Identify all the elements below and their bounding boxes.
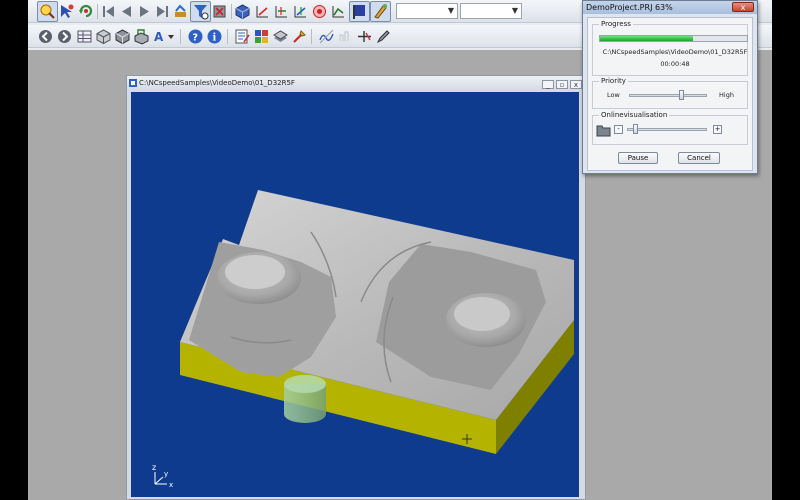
3d-simulation-viewport[interactable]: z y x <box>131 92 579 497</box>
cube-solid-icon[interactable] <box>114 28 131 45</box>
play-icon[interactable] <box>136 3 153 20</box>
layer-icon[interactable] <box>272 28 289 45</box>
document-title-bar: C:\NCspeedSamples\VideoDemo\01_D32R5F _ ▫… <box>127 76 585 90</box>
axis-y-icon[interactable] <box>273 3 290 20</box>
flag-icon[interactable] <box>349 1 370 22</box>
boss-right-top <box>454 297 510 331</box>
tool-icon[interactable] <box>291 28 308 45</box>
priority-slider-thumb[interactable] <box>678 90 684 100</box>
document-icon <box>129 79 137 87</box>
cube-outline-icon[interactable] <box>95 28 112 45</box>
gauge-icon[interactable] <box>337 28 354 45</box>
simulation-filter-icon[interactable] <box>190 1 211 22</box>
stop-icon[interactable] <box>211 3 228 20</box>
visualisation-minus-button[interactable]: - <box>614 125 623 134</box>
progress-bar-fill <box>600 36 693 41</box>
target-icon[interactable] <box>311 3 328 20</box>
view-combo-box[interactable]: ▼ <box>396 3 458 19</box>
cancel-button[interactable]: Cancel <box>678 152 720 164</box>
axis-label-y: y <box>164 470 168 478</box>
document-close-button[interactable]: x <box>570 80 582 89</box>
grid-icon[interactable] <box>253 28 270 45</box>
visualisation-slider-track[interactable] <box>627 128 707 131</box>
svg-text:i: i <box>213 33 217 44</box>
progress-file-path: C:\NCspeedSamples\VideoDemo\01_D32R5F <box>602 48 748 56</box>
document-minimize-button[interactable]: _ <box>542 80 554 89</box>
chevron-down-icon: ▼ <box>447 6 454 15</box>
online-visualisation-label: Onlinevisualisation <box>599 111 670 119</box>
brush-icon[interactable] <box>370 1 391 22</box>
online-visualisation-group: Onlinevisualisation - + <box>592 111 748 145</box>
text-style-icon[interactable]: A <box>152 28 176 45</box>
dialog-close-button[interactable]: x <box>732 2 754 12</box>
zoom-window-icon[interactable] <box>37 1 58 22</box>
svg-text:?: ? <box>192 33 198 44</box>
back-circle-icon[interactable] <box>37 28 54 45</box>
toolbar-separator <box>227 29 228 44</box>
priority-high-label: High <box>719 91 734 99</box>
dialog-body: Progress C:\NCspeedSamples\VideoDemo\01_… <box>587 17 753 171</box>
visualisation-plus-button[interactable]: + <box>713 125 722 134</box>
axis-x-icon[interactable] <box>254 3 271 20</box>
forward-circle-icon[interactable] <box>56 28 73 45</box>
document-window-controls: _ ▫ x <box>540 78 582 92</box>
progress-label: Progress <box>599 20 633 28</box>
axis-z-icon[interactable] <box>292 3 309 20</box>
chevron-down-icon: ▼ <box>511 6 518 15</box>
progress-bar <box>599 35 748 42</box>
tool-path-icon[interactable] <box>172 3 189 20</box>
stock-icon[interactable] <box>133 28 150 45</box>
axis-label-x: x <box>169 481 173 489</box>
axis-triad: z y x <box>152 463 173 489</box>
priority-slider-track[interactable] <box>629 94 707 97</box>
priority-low-label: Low <box>607 91 620 99</box>
toolbar-separator <box>231 4 232 19</box>
table-icon[interactable] <box>76 28 93 45</box>
progress-dialog: DemoProject.PRJ 63% x Progress C:\NCspee… <box>582 0 758 174</box>
help-icon[interactable]: ? <box>187 28 204 45</box>
last-frame-icon[interactable] <box>154 3 171 20</box>
rotate-icon[interactable] <box>78 3 95 20</box>
toolbar-separator <box>311 29 312 44</box>
priority-label: Priority <box>599 77 628 85</box>
select-arrow-icon[interactable] <box>58 3 75 20</box>
cutting-tool-top <box>284 375 326 393</box>
info-icon[interactable]: i <box>206 28 223 45</box>
previous-frame-icon[interactable] <box>118 3 135 20</box>
simulation-document-window: C:\NCspeedSamples\VideoDemo\01_D32R5F _ ▫… <box>126 75 586 500</box>
priority-group: Priority Low High <box>592 77 748 109</box>
toolbar-separator <box>97 4 98 19</box>
solid-view-icon[interactable] <box>234 3 251 20</box>
document-maximize-button[interactable]: ▫ <box>556 80 568 89</box>
pause-button[interactable]: Pause <box>618 152 658 164</box>
wave-icon[interactable] <box>318 28 335 45</box>
dialog-title-bar[interactable]: DemoProject.PRJ 63% x <box>583 1 757 14</box>
toolbar-separator <box>180 29 181 44</box>
progress-group: Progress C:\NCspeedSamples\VideoDemo\01_… <box>592 20 748 76</box>
deviation-icon[interactable] <box>330 3 347 20</box>
boss-left-top <box>225 255 285 289</box>
dialog-title: DemoProject.PRJ 63% <box>586 3 673 12</box>
svg-text:A: A <box>154 30 164 44</box>
pen-icon[interactable] <box>375 28 392 45</box>
document-title: C:\NCspeedSamples\VideoDemo\01_D32R5F <box>139 79 295 87</box>
visualisation-slider-thumb[interactable] <box>633 124 638 134</box>
split-icon[interactable] <box>356 28 373 45</box>
elapsed-time: 00:00:48 <box>660 60 690 68</box>
axis-label-z: z <box>152 463 156 472</box>
folder-icon[interactable] <box>596 123 611 137</box>
first-frame-icon[interactable] <box>100 3 117 20</box>
list-edit-icon[interactable] <box>234 28 251 45</box>
tool-combo-box[interactable]: ▼ <box>460 3 522 19</box>
